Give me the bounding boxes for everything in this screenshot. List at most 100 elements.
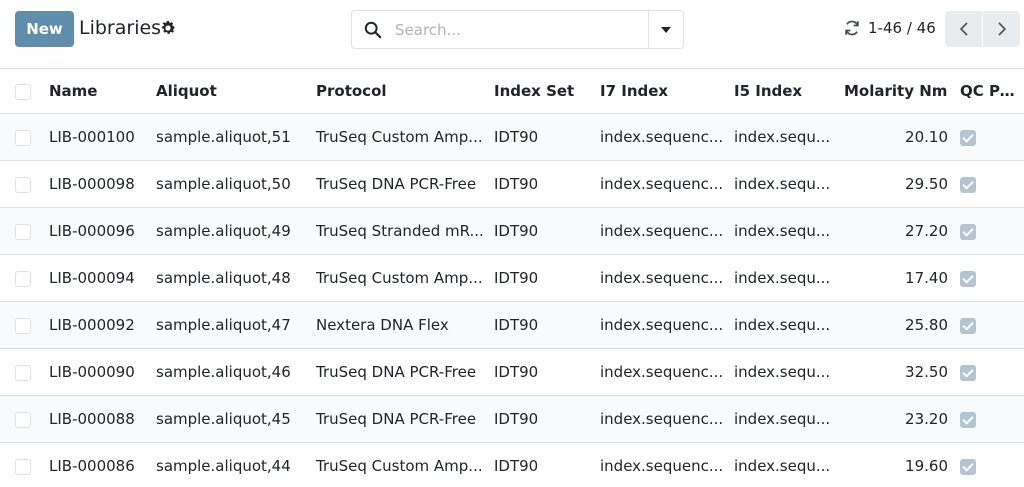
cell-name[interactable]: LIB-000090 [49,349,156,396]
row-select-cell [0,255,49,302]
cell-protocol[interactable]: TruSeq DNA PCR-Free [316,161,494,208]
cell-name[interactable]: LIB-000092 [49,302,156,349]
table-row[interactable]: LIB-000100 sample.aliquot,51 TruSeq Custom… [0,113,1024,161]
cell-protocol[interactable]: TruSeq Custom Amp... [316,255,494,302]
cell-name[interactable]: LIB-000096 [49,208,156,255]
row-checkbox[interactable] [15,223,31,240]
cell-name[interactable]: LIB-000086 [49,443,156,487]
cell-i7-index[interactable]: index.sequenc... [600,349,734,396]
cell-aliquot[interactable]: sample.aliquot,47 [156,302,316,349]
pager-previous-button[interactable] [945,11,982,47]
refresh-icon[interactable] [843,19,861,37]
column-header-aliquot[interactable]: Aliquot [156,69,316,114]
cell-molarity[interactable]: 17.40 [844,255,960,302]
cell-i7-index[interactable]: index.sequenc... [600,114,734,161]
cell-index-set[interactable]: IDT90 [494,396,600,443]
select-all-checkbox[interactable] [15,83,31,100]
column-header-name[interactable]: Name [49,69,156,114]
cell-aliquot[interactable]: sample.aliquot,48 [156,255,316,302]
cell-i5-index[interactable]: index.sequ... [734,302,844,349]
row-checkbox[interactable] [15,176,31,193]
search-input[interactable] [395,18,645,42]
pager-value[interactable]: 1-46 / 46 [868,19,936,37]
cell-i5-index[interactable]: index.sequ... [734,443,844,487]
search-toggle-button[interactable] [648,11,683,48]
cell-i7-index[interactable]: index.sequenc... [600,302,734,349]
cell-molarity[interactable]: 25.80 [844,302,960,349]
row-checkbox[interactable] [15,411,31,428]
search-icon [364,21,382,39]
chevron-left-icon [959,22,968,36]
cell-i5-index[interactable]: index.sequ... [734,349,844,396]
cell-name[interactable]: LIB-000088 [49,396,156,443]
column-header-qc-pass[interactable]: QC Pass [960,69,1024,114]
cell-protocol[interactable]: TruSeq Custom Amp... [316,443,494,487]
cell-i7-index[interactable]: index.sequenc... [600,443,734,487]
cell-qc-pass [960,396,1024,443]
table-row[interactable]: LIB-000088 sample.aliquot,45 TruSeq DNA PC… [0,395,1024,443]
qc-pass-checkbox [960,176,976,193]
control-panel: New Libraries 1-46 / 46 [0,0,1024,68]
cell-i5-index[interactable]: index.sequ... [734,396,844,443]
pager-separator: / [906,19,912,37]
qc-pass-checkbox [960,223,976,240]
gear-icon[interactable] [159,19,177,37]
cell-index-set[interactable]: IDT90 [494,161,600,208]
cell-name[interactable]: LIB-000094 [49,255,156,302]
table-row[interactable]: LIB-000086 sample.aliquot,44 TruSeq Custom… [0,443,1024,487]
row-checkbox[interactable] [15,129,31,146]
pager-range[interactable]: 1-46 [868,19,902,37]
table-row[interactable]: LIB-000098 sample.aliquot,50 TruSeq DNA PC… [0,161,1024,208]
cell-i5-index[interactable]: index.sequ... [734,161,844,208]
cell-protocol[interactable]: TruSeq DNA PCR-Free [316,349,494,396]
cell-protocol[interactable]: TruSeq Custom Amp... [316,114,494,161]
cell-qc-pass [960,114,1024,161]
row-checkbox[interactable] [15,458,31,475]
cell-index-set[interactable]: IDT90 [494,114,600,161]
row-checkbox[interactable] [15,270,31,287]
cell-i7-index[interactable]: index.sequenc... [600,396,734,443]
cell-aliquot[interactable]: sample.aliquot,44 [156,443,316,487]
cell-molarity[interactable]: 23.20 [844,396,960,443]
table-row[interactable]: LIB-000096 sample.aliquot,49 TruSeq Strand… [0,207,1024,255]
cell-index-set[interactable]: IDT90 [494,443,600,487]
cell-name[interactable]: LIB-000098 [49,161,156,208]
cell-index-set[interactable]: IDT90 [494,208,600,255]
cell-molarity[interactable]: 32.50 [844,349,960,396]
cell-index-set[interactable]: IDT90 [494,302,600,349]
column-header-index-set[interactable]: Index Set [494,69,600,114]
cell-protocol[interactable]: Nextera DNA Flex [316,302,494,349]
table-row[interactable]: LIB-000092 sample.aliquot,47 Nextera DNA F… [0,301,1024,349]
row-checkbox[interactable] [15,364,31,381]
new-button[interactable]: New [15,11,74,47]
cell-aliquot[interactable]: sample.aliquot,50 [156,161,316,208]
cell-protocol[interactable]: TruSeq DNA PCR-Free [316,396,494,443]
cell-molarity[interactable]: 29.50 [844,161,960,208]
column-header-i5-index[interactable]: I5 Index [734,69,844,114]
cell-i7-index[interactable]: index.sequenc... [600,161,734,208]
cell-index-set[interactable]: IDT90 [494,255,600,302]
cell-aliquot[interactable]: sample.aliquot,51 [156,114,316,161]
cell-index-set[interactable]: IDT90 [494,349,600,396]
pager-next-button[interactable] [983,11,1020,47]
qc-pass-checkbox [960,364,976,381]
cell-aliquot[interactable]: sample.aliquot,46 [156,349,316,396]
cell-molarity[interactable]: 20.10 [844,114,960,161]
table-row[interactable]: LIB-000094 sample.aliquot,48 TruSeq Custom… [0,255,1024,302]
cell-aliquot[interactable]: sample.aliquot,45 [156,396,316,443]
cell-i7-index[interactable]: index.sequenc... [600,255,734,302]
cell-name[interactable]: LIB-000100 [49,114,156,161]
cell-i5-index[interactable]: index.sequ... [734,114,844,161]
table-row[interactable]: LIB-000090 sample.aliquot,46 TruSeq DNA PC… [0,349,1024,396]
cell-aliquot[interactable]: sample.aliquot,49 [156,208,316,255]
cell-i5-index[interactable]: index.sequ... [734,255,844,302]
column-header-protocol[interactable]: Protocol [316,69,494,114]
cell-i7-index[interactable]: index.sequenc... [600,208,734,255]
column-header-i7-index[interactable]: I7 Index [600,69,734,114]
cell-protocol[interactable]: TruSeq Stranded mR... [316,208,494,255]
cell-molarity[interactable]: 27.20 [844,208,960,255]
cell-i5-index[interactable]: index.sequ... [734,208,844,255]
column-header-molarity[interactable]: Molarity Nm [844,69,960,114]
cell-molarity[interactable]: 19.60 [844,443,960,487]
row-checkbox[interactable] [15,317,31,334]
